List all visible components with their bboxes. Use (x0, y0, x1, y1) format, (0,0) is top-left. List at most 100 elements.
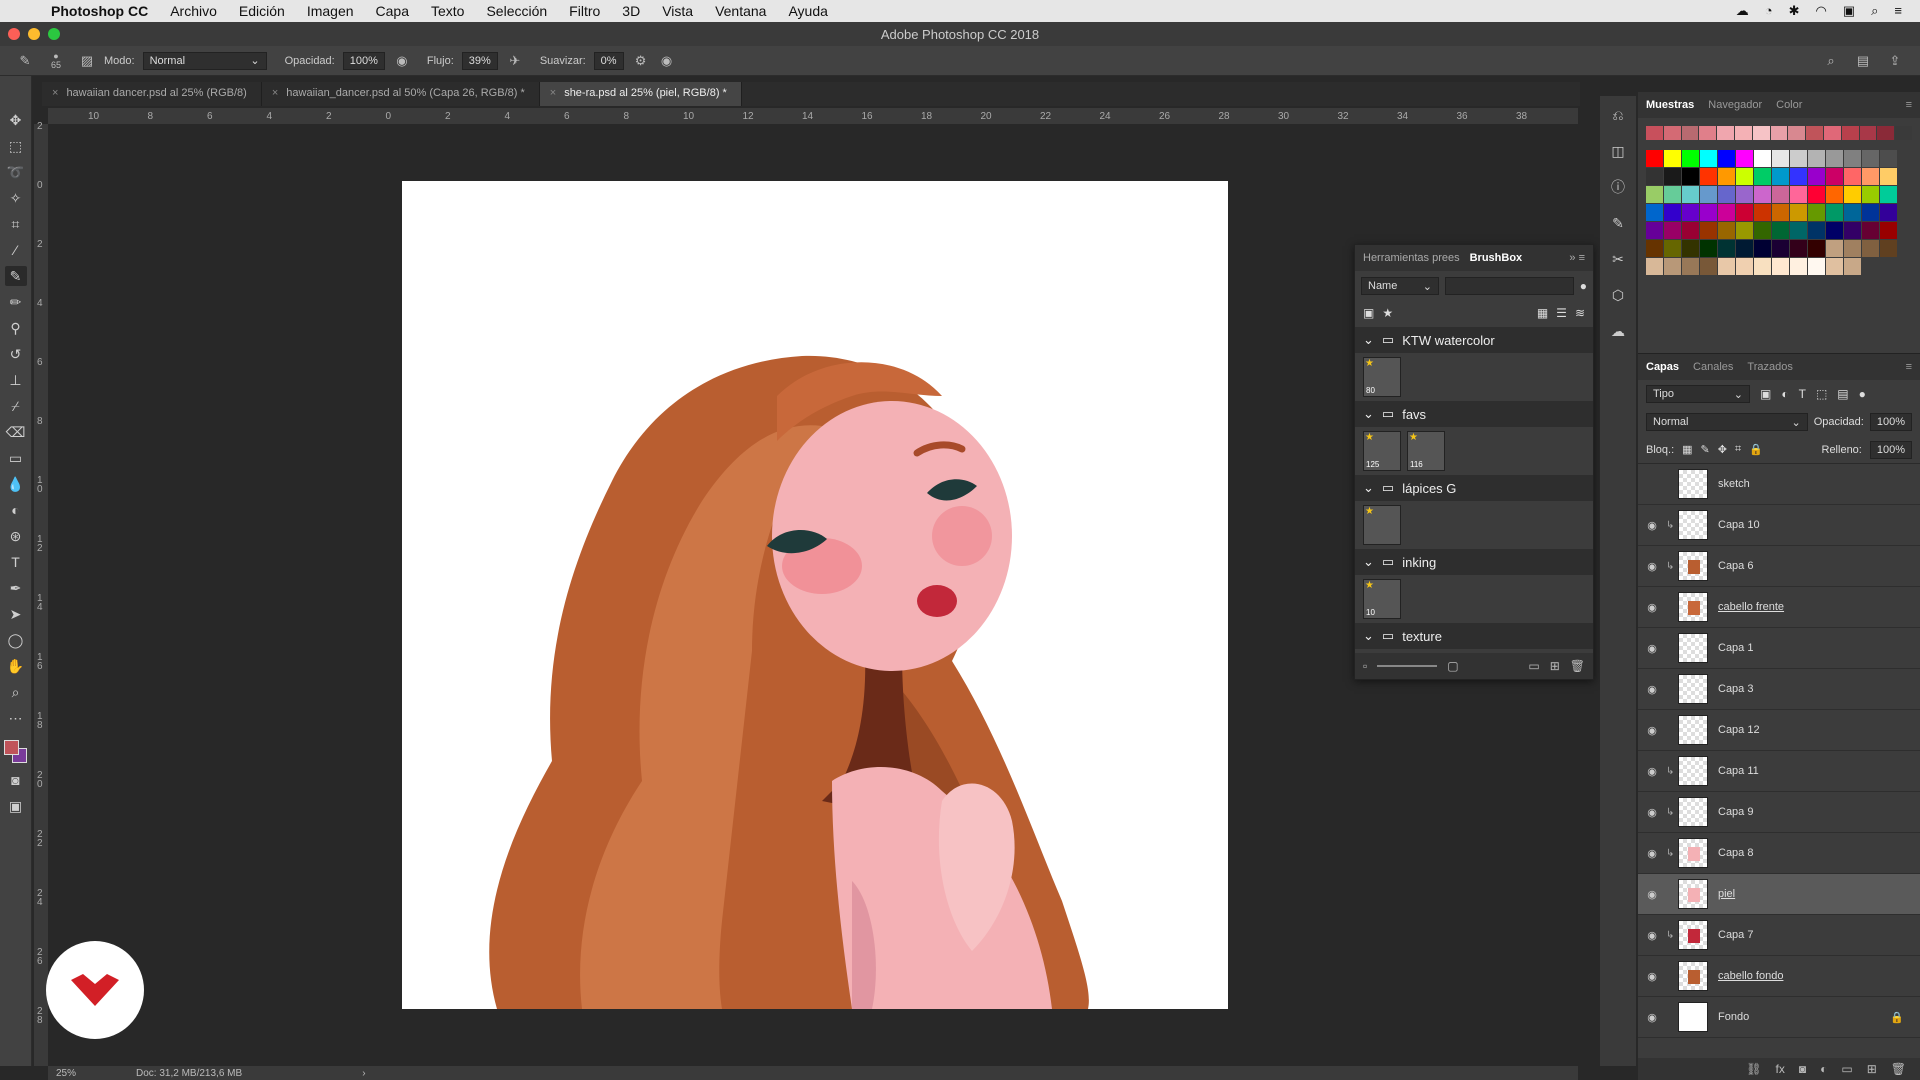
move-tool-icon[interactable]: ✥ (5, 110, 27, 130)
lock-position-icon[interactable]: ✥ (1718, 443, 1727, 456)
layer-thumbnail[interactable] (1678, 715, 1708, 745)
layer-name[interactable]: sketch (1718, 478, 1750, 490)
swatch[interactable] (1880, 204, 1897, 221)
tab-capas[interactable]: Capas (1646, 361, 1679, 373)
lock-all-icon[interactable]: 🔒 (1749, 443, 1763, 456)
zoom-tool-icon[interactable]: ⌕ (5, 682, 27, 702)
swatch[interactable] (1682, 204, 1699, 221)
swatch[interactable] (1880, 240, 1897, 257)
swatch[interactable] (1790, 258, 1807, 275)
swatch[interactable] (1700, 150, 1717, 167)
menu-ayuda[interactable]: Ayuda (777, 3, 838, 19)
more-tools-icon[interactable]: ⋯ (5, 708, 27, 728)
path-selection-tool-icon[interactable]: ➤ (5, 604, 27, 624)
add-mask-icon[interactable]: ◙ (1799, 1062, 1806, 1076)
doc-info[interactable]: Doc: 31,2 MB/213,6 MB (136, 1068, 242, 1079)
layer-row[interactable]: ◉ cabello frente (1638, 587, 1920, 628)
bluetooth-icon[interactable]: ✱ (1789, 3, 1800, 19)
filter-pixel-icon[interactable]: ▣ (1760, 387, 1771, 401)
foreground-color-swatch[interactable] (3, 740, 19, 755)
layer-style-icon[interactable]: fx (1776, 1062, 1785, 1076)
layer-thumbnail[interactable] (1678, 961, 1708, 991)
menu-capa[interactable]: Capa (365, 3, 420, 19)
panel-menu-icon[interactable]: ≡ (1906, 99, 1920, 111)
brush-preset-picker[interactable]: ● 65 (42, 51, 70, 70)
options-icon[interactable]: ≋ (1575, 306, 1585, 320)
eraser-tool-icon[interactable]: ⌫ (5, 422, 27, 442)
swatch[interactable] (1823, 126, 1841, 140)
visibility-eye-icon[interactable]: ◉ (1638, 683, 1666, 696)
swatch[interactable] (1772, 222, 1789, 239)
swatch[interactable] (1844, 168, 1861, 185)
swatch[interactable] (1664, 222, 1681, 239)
menu-3d[interactable]: 3D (611, 3, 651, 19)
gradient-tool-icon[interactable]: ▭ (5, 448, 27, 468)
visibility-eye-icon[interactable]: ◉ (1638, 1011, 1666, 1024)
swatch[interactable] (1880, 150, 1897, 167)
layer-name[interactable]: Capa 8 (1718, 847, 1753, 859)
menu-app-name[interactable]: Photoshop CC (40, 3, 159, 19)
dot-icon[interactable]: ● (1580, 279, 1587, 293)
swatch[interactable] (1700, 240, 1717, 257)
layer-row[interactable]: ◉ ↳ Capa 9 (1638, 792, 1920, 833)
swatch[interactable] (1862, 222, 1879, 239)
swatch[interactable] (1772, 240, 1789, 257)
layer-row[interactable]: ◉ ↳ Capa 8 (1638, 833, 1920, 874)
new-group-icon[interactable]: ▭ (1841, 1062, 1852, 1076)
quick-selection-tool-icon[interactable]: ✧ (5, 188, 27, 208)
folder-icon[interactable]: ▭ (1528, 659, 1539, 673)
menu-edicion[interactable]: Edición (228, 3, 296, 19)
swatch[interactable] (1806, 126, 1823, 140)
doc-tab-hawaiian-50[interactable]: × hawaiian_dancer.psd al 50% (Capa 26, RG… (262, 82, 540, 106)
creative-cloud-icon[interactable]: ☁ (1736, 3, 1749, 19)
new-layer-icon[interactable]: ⊞ (1867, 1062, 1877, 1076)
screen-icon[interactable]: ▣ (1843, 3, 1855, 19)
swatch[interactable] (1826, 222, 1843, 239)
swatch[interactable] (1682, 150, 1699, 167)
swatch[interactable] (1734, 126, 1752, 140)
swatch[interactable] (1664, 258, 1681, 275)
filter-toggle-icon[interactable]: ● (1859, 387, 1866, 401)
swatch[interactable] (1790, 150, 1807, 167)
workspace-icon[interactable]: ▤ (1854, 52, 1872, 70)
type-tool-icon[interactable]: T (5, 552, 27, 572)
layer-row[interactable]: ◉ ↳ Capa 10 (1638, 505, 1920, 546)
brush-settings-icon[interactable]: ✎ (1607, 212, 1629, 234)
link-layers-icon[interactable]: ⛓ (1746, 1062, 1761, 1076)
layer-name[interactable]: cabello fondo (1718, 970, 1783, 982)
layer-name[interactable]: Capa 12 (1718, 724, 1760, 736)
swatch[interactable] (1880, 186, 1897, 203)
swatch[interactable] (1700, 186, 1717, 203)
swatch[interactable] (1718, 204, 1735, 221)
swatch[interactable] (1862, 204, 1879, 221)
layer-name[interactable]: Capa 6 (1718, 560, 1753, 572)
visibility-eye-icon[interactable]: ◉ (1638, 601, 1666, 614)
swatch[interactable] (1664, 186, 1681, 203)
smooth-field[interactable]: 0% (593, 51, 624, 70)
marquee-tool-icon[interactable]: ⬚ (5, 136, 27, 156)
swatch[interactable] (1808, 150, 1825, 167)
brush-thumb[interactable]: ★ (1363, 505, 1401, 545)
layer-thumbnail[interactable] (1678, 469, 1708, 499)
layer-row[interactable]: ◉ ↳ Capa 7 (1638, 915, 1920, 956)
swatch[interactable] (1718, 240, 1735, 257)
large-thumb-icon[interactable]: ▢ (1447, 659, 1458, 673)
swatch[interactable] (1736, 186, 1753, 203)
close-window-button[interactable] (8, 28, 20, 40)
swatch[interactable] (1646, 168, 1663, 185)
tab-tool-presets[interactable]: Herramientas prees (1363, 252, 1460, 264)
tab-trazados[interactable]: Trazados (1747, 361, 1792, 373)
swatch[interactable] (1736, 204, 1753, 221)
swatch[interactable] (1862, 240, 1879, 257)
swatch[interactable] (1808, 168, 1825, 185)
menu-seleccion[interactable]: Selección (475, 3, 558, 19)
layer-name[interactable]: Capa 7 (1718, 929, 1753, 941)
mixer-brush-tool-icon[interactable]: ⌿ (5, 396, 27, 416)
visibility-eye-icon[interactable]: ◉ (1638, 642, 1666, 655)
tab-brushbox[interactable]: BrushBox (1470, 252, 1523, 264)
star-icon[interactable]: ★ (1382, 306, 1393, 320)
swatch[interactable] (1682, 240, 1699, 257)
brush-tool-icon[interactable]: ✎ (4, 266, 27, 286)
swatch[interactable] (1664, 240, 1681, 257)
lock-transparent-icon[interactable]: ▦ (1682, 443, 1692, 456)
